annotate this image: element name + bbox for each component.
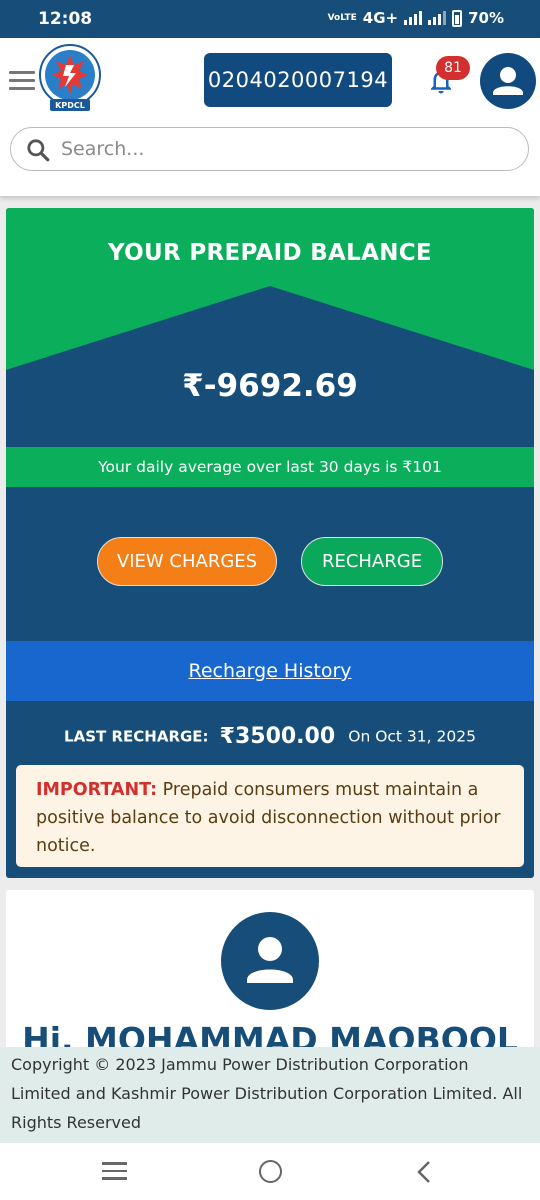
- search-bar[interactable]: [10, 127, 529, 171]
- back-icon[interactable]: [414, 1160, 436, 1184]
- volte-indicator: VoLTE: [327, 12, 357, 23]
- network-type: 4G+: [362, 9, 399, 27]
- signal-icon: [404, 11, 423, 25]
- recents-icon[interactable]: [102, 1162, 127, 1180]
- search-input[interactable]: [61, 134, 501, 164]
- last-recharge-date: On Oct 31, 2025: [348, 727, 476, 746]
- status-time: 12:08: [38, 9, 93, 29]
- notification-badge: 81: [436, 56, 470, 80]
- recharge-button[interactable]: RECHARGE: [301, 537, 443, 586]
- last-recharge-amount: ₹3500.00: [219, 724, 336, 749]
- prepaid-balance-card: YOUR PREPAID BALANCE ₹-9692.69 Your dail…: [6, 208, 534, 878]
- balance-amount: ₹-9692.69: [182, 368, 358, 404]
- profile-avatar: [221, 912, 319, 1010]
- last-recharge-row: LAST RECHARGE: ₹3500.00 On Oct 31, 2025: [6, 724, 534, 749]
- view-charges-button[interactable]: VIEW CHARGES: [97, 537, 277, 586]
- signal-icon-2: [428, 11, 447, 25]
- last-recharge-label: LAST RECHARGE:: [64, 727, 209, 746]
- balance-title: YOUR PREPAID BALANCE: [108, 240, 432, 266]
- user-icon: [247, 937, 293, 983]
- battery-percent: 70%: [468, 9, 504, 27]
- app-header: KPDCL 0204020007194 81: [0, 38, 540, 196]
- notice-label: IMPORTANT:: [36, 780, 158, 800]
- menu-icon[interactable]: [9, 71, 35, 90]
- status-bar: 12:08 VoLTE 4G+ 70%: [0, 0, 540, 38]
- home-icon[interactable]: [259, 1160, 282, 1183]
- copyright-footer: Copyright © 2023 Jammu Power Distributio…: [0, 1047, 540, 1143]
- battery-icon: [452, 9, 463, 27]
- recharge-history-link[interactable]: Recharge History: [188, 660, 351, 682]
- recharge-history-bar: Recharge History: [6, 641, 534, 701]
- search-icon: [27, 139, 50, 162]
- important-notice: IMPORTANT: Prepaid consumers must mainta…: [16, 765, 524, 867]
- account-number-selector[interactable]: 0204020007194: [204, 53, 392, 107]
- user-avatar-button[interactable]: [480, 53, 536, 109]
- kpdcl-logo: KPDCL: [39, 44, 101, 111]
- user-icon: [493, 67, 523, 95]
- status-icons: VoLTE 4G+ 70%: [328, 9, 504, 27]
- logo-text: KPDCL: [55, 101, 85, 110]
- system-nav-bar: [0, 1143, 540, 1200]
- daily-average: Your daily average over last 30 days is …: [6, 447, 534, 487]
